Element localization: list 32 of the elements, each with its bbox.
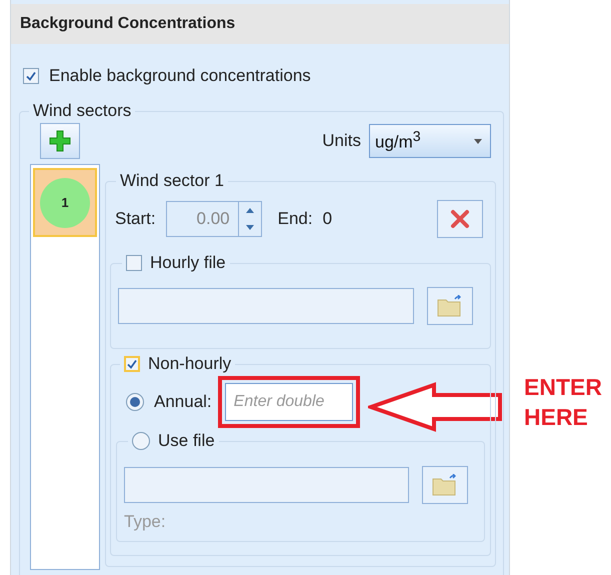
up-arrow-icon [246,208,254,213]
checkbox[interactable] [124,356,140,372]
add-button[interactable] [40,123,80,159]
panel-title: Background Concentrations [20,15,236,33]
down-arrow-icon [246,225,254,230]
end-label: End: [278,209,313,229]
annual-input-field[interactable]: Enter double [224,383,353,421]
radio-button[interactable] [126,393,144,411]
units-dropdown[interactable]: ug/m$^{3}$ [369,124,491,158]
folder-icon [432,474,458,496]
checkbox-label[interactable]: Enable background concentrations [49,66,311,86]
checkbox[interactable] [126,255,142,271]
sector-item[interactable]: 1 [33,168,97,237]
checkbox-label[interactable]: Non-hourly [148,354,232,374]
browse-button[interactable] [422,466,468,504]
end-value: 0 [322,209,332,229]
folder-icon [437,295,463,317]
checkbox[interactable] [23,68,39,84]
start-label: Start: [115,209,156,229]
sector-badge: 1 [40,178,90,228]
radio-button[interactable] [132,432,150,450]
radio-label[interactable]: Use file [158,431,215,451]
units-label: Units [322,131,361,151]
delete-button[interactable] [437,200,483,238]
checkbox-label[interactable]: Hourly file [150,253,226,273]
annotation-text: ENTER HERE [524,373,603,432]
caret-icon [474,138,482,144]
type-label: Type: [124,512,166,532]
browse-button[interactable] [427,287,473,325]
plus-icon [48,129,72,153]
radio-label[interactable]: Annual: [154,392,212,412]
close-icon [450,209,470,229]
